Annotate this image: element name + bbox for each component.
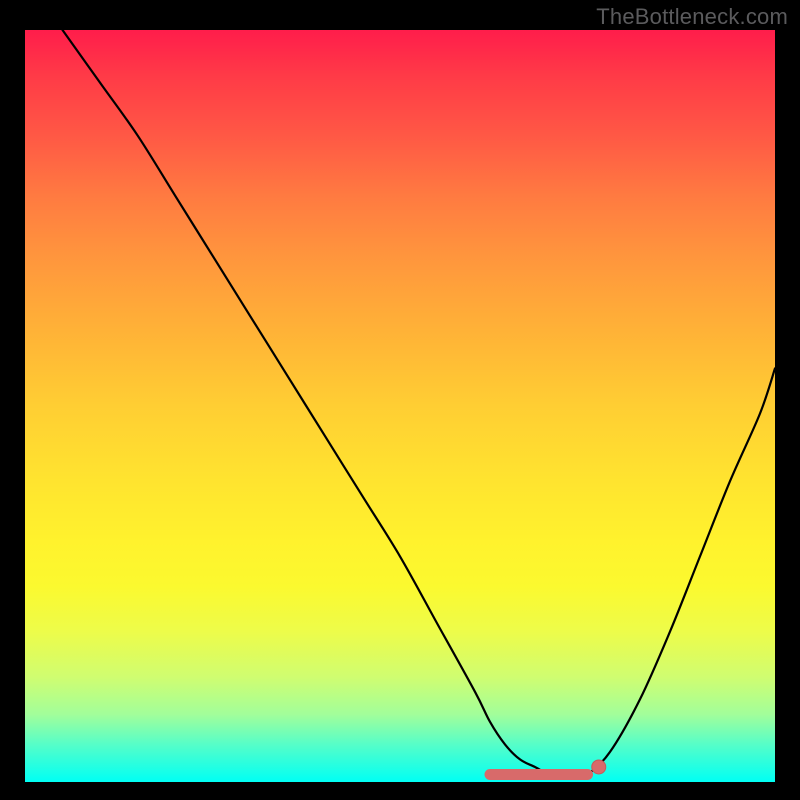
chart-frame: TheBottleneck.com — [0, 0, 800, 800]
plot-area — [25, 30, 775, 782]
watermark-text: TheBottleneck.com — [596, 4, 788, 30]
bottleneck-curve — [63, 30, 776, 776]
marker-dot-icon — [592, 760, 606, 774]
curve-layer — [25, 30, 775, 782]
